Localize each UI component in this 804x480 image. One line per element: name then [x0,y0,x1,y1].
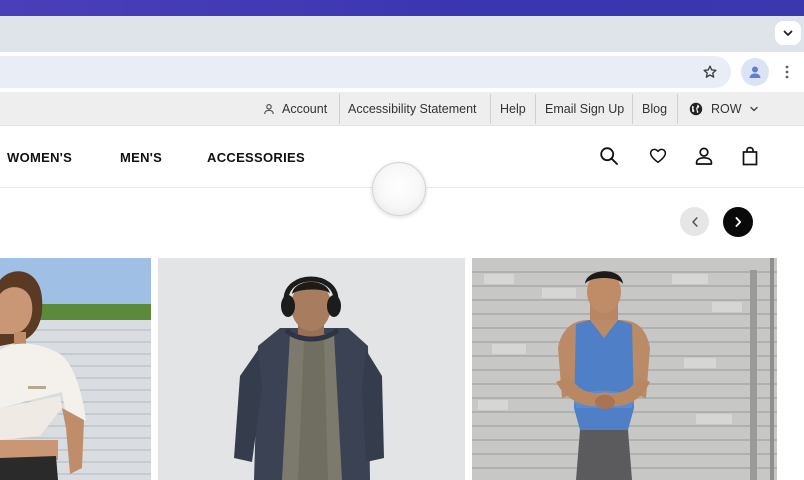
utility-bar: Account Accessibility Statement Help Ema… [0,92,804,126]
account-icon [264,103,274,115]
nav-womens[interactable]: WOMEN'S [7,150,72,165]
cursor-indicator [372,162,426,216]
accessibility-statement-link[interactable]: Accessibility Statement [348,92,477,126]
product-image [472,258,777,480]
account-label: Account [282,102,328,116]
chevron-right-icon [735,217,742,227]
nav-mens[interactable]: MEN'S [120,150,162,165]
person-icon [749,66,761,78]
cart-button[interactable] [738,144,762,168]
user-icon [695,147,713,165]
help-link[interactable]: Help [500,92,526,126]
kebab-icon [785,65,789,79]
product-card[interactable] [0,258,151,480]
accessibility-statement-label: Accessibility Statement [348,102,477,116]
divider [535,94,536,124]
product-card[interactable] [158,258,465,480]
profile-button[interactable] [741,58,769,86]
address-bar[interactable] [0,56,731,88]
tab-search-button[interactable] [775,21,801,45]
wishlist-button[interactable] [646,144,670,168]
account-link[interactable]: Account [263,92,327,126]
bookmark-button[interactable] [699,61,721,83]
account-button[interactable] [692,144,716,168]
nav-accessories[interactable]: ACCESSORIES [207,150,305,165]
product-image [0,258,151,480]
carousel-next-button[interactable] [723,207,753,237]
region-label: ROW [711,102,742,116]
help-label: Help [500,102,526,116]
search-button[interactable] [597,144,621,168]
window-title-bar [0,0,804,16]
star-outline-icon [703,65,717,78]
email-signup-link[interactable]: Email Sign Up [545,92,624,126]
region-selector[interactable]: ROW [689,92,759,126]
blog-link[interactable]: Blog [642,92,667,126]
browser-tab-strip [0,16,804,52]
divider [339,94,340,124]
divider [490,94,491,124]
search-icon [600,147,618,165]
globe-icon [689,102,703,116]
heart-icon [649,148,667,164]
carousel-prev-button[interactable] [680,207,709,236]
bag-icon [742,146,758,166]
product-card[interactable] [472,258,777,480]
product-image [158,258,465,480]
blog-label: Blog [642,102,668,116]
divider [677,94,678,124]
email-signup-label: Email Sign Up [545,102,625,116]
browser-menu-button[interactable] [780,61,794,83]
chevron-down-icon [783,30,793,36]
screenshot-root: Account Accessibility Statement Help Ema… [0,0,804,480]
chevron-left-icon [691,216,698,227]
divider [632,94,633,124]
chevron-down-icon [749,106,758,112]
